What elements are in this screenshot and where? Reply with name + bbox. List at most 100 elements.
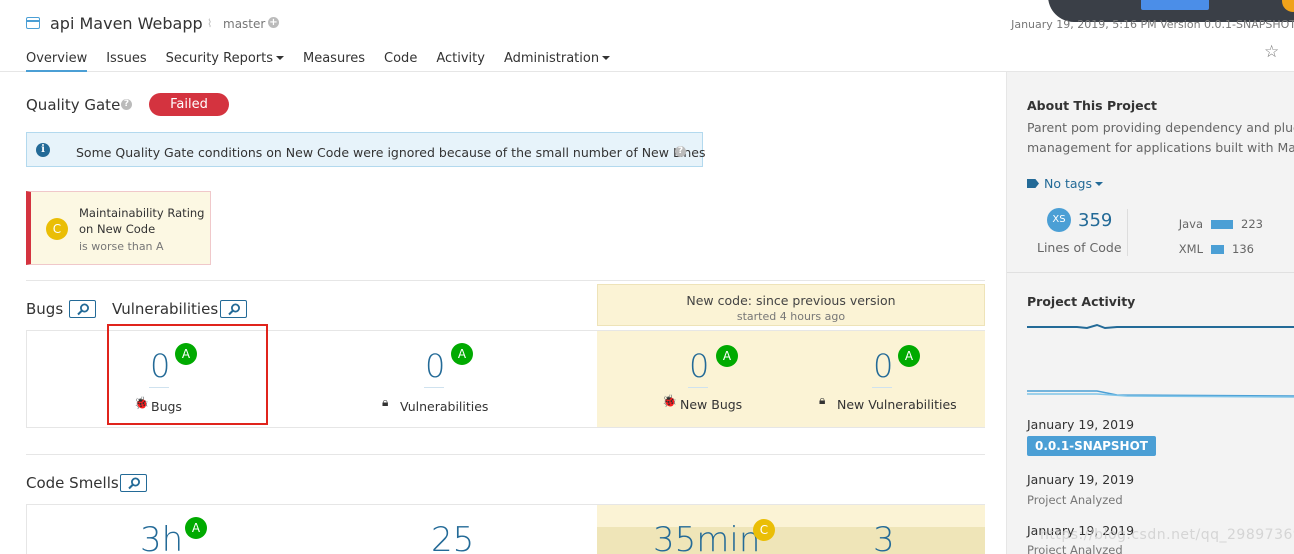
tab-overview-label: Overview — [26, 51, 88, 66]
help-icon[interactable]: ? — [675, 146, 686, 157]
chevron-down-icon — [1094, 182, 1103, 186]
code-smells-section-title: Code Smells — [26, 474, 119, 492]
divider — [26, 454, 985, 455]
condition-title: Maintainability Rating on New Code — [79, 206, 205, 236]
language-row: Java 223 — [1167, 217, 1263, 231]
size-rating-badge: XS — [1047, 208, 1071, 232]
description-line: management for applications built with M… — [1027, 140, 1294, 155]
new-bugs-label: New Bugs — [680, 397, 743, 412]
project-nav: Overview Issues Security Reports Measure… — [26, 51, 629, 72]
search-icon — [228, 303, 240, 316]
new-vulnerabilities-value[interactable]: 0 — [873, 347, 893, 385]
help-icon[interactable]: ? — [121, 99, 132, 110]
lock-icon: 🔒︎ — [819, 393, 826, 407]
vulnerabilities-drilldown-button[interactable] — [220, 300, 247, 318]
lines-of-code-value[interactable]: 359 — [1078, 210, 1112, 231]
language-lines[interactable]: 223 — [1241, 217, 1263, 231]
new-code-panel — [597, 331, 985, 427]
info-alert: i Some Quality Gate conditions on New Co… — [26, 132, 706, 167]
tab-measures[interactable]: Measures — [303, 51, 365, 72]
tab-activity[interactable]: Activity — [436, 51, 485, 72]
activity-event: Project Analyzed — [1027, 493, 1123, 507]
failed-condition-card[interactable]: C Maintainability Rating on New Code is … — [26, 191, 211, 265]
language-row: XML 136 — [1167, 242, 1254, 256]
new-technical-debt-value[interactable]: 35min — [653, 520, 760, 554]
new-maintainability-rating-badge[interactable]: C — [753, 519, 775, 541]
new-code-subtitle: started 4 hours ago — [736, 310, 846, 323]
search-icon — [77, 303, 89, 316]
tab-overview[interactable]: Overview — [26, 51, 88, 72]
tab-administration-label: Administration — [503, 51, 600, 66]
language-bar — [1211, 245, 1224, 254]
chevron-down-icon — [602, 56, 611, 60]
divider — [1007, 272, 1294, 273]
bug-icon: 🐞 — [662, 394, 677, 408]
project-icon — [26, 17, 40, 29]
tag-icon — [1027, 179, 1039, 188]
tab-activity-label: Activity — [436, 51, 485, 66]
code-smells-value[interactable]: 25 — [431, 520, 474, 554]
analysis-meta: January 19, 2019, 5:16 PM Version 0.0.1-… — [1011, 18, 1294, 31]
version-badge[interactable]: 0.0.1-SNAPSHOT — [1027, 436, 1156, 456]
new-code-period-header: New code: since previous version started… — [597, 284, 985, 326]
project-title[interactable]: api Maven Webapp — [50, 14, 203, 33]
annotation-highlight — [107, 324, 268, 425]
search-icon — [128, 477, 140, 490]
vulnerabilities-section-title: Vulnerabilities — [112, 300, 219, 318]
tab-measures-label: Measures — [303, 51, 366, 66]
value-underline — [872, 387, 892, 388]
new-code-title: New code: since previous version — [686, 293, 896, 308]
new-bugs-rating-badge[interactable]: A — [716, 345, 738, 367]
watermark: https://blog.csdn.net/qq_29897369 — [1040, 527, 1294, 543]
code-smells-drilldown-button[interactable] — [120, 474, 147, 492]
branch-name[interactable]: master — [223, 17, 265, 31]
technical-debt-value[interactable]: 3h — [140, 520, 183, 554]
quality-gate-label: Quality Gate — [26, 96, 121, 114]
language-lines[interactable]: 136 — [1232, 242, 1254, 256]
description-line: Parent pom providing dependency and plug… — [1027, 120, 1294, 135]
divider — [1127, 209, 1128, 256]
activity-date: January 19, 2019 — [1027, 472, 1135, 487]
activity-sparkline[interactable] — [1027, 320, 1294, 400]
chevron-down-icon — [276, 56, 284, 60]
activity-event: Project Analyzed — [1027, 543, 1123, 554]
value-underline — [688, 387, 708, 388]
branch-icon: ⌇ — [207, 17, 213, 30]
lock-icon: 🔒︎ — [382, 395, 389, 409]
overlay-button[interactable] — [1141, 0, 1209, 10]
project-activity-title: Project Activity — [1027, 294, 1136, 309]
activity-date: January 19, 2019 — [1027, 417, 1135, 432]
favorite-star-icon[interactable]: ☆ — [1264, 42, 1279, 62]
tab-code[interactable]: Code — [384, 51, 417, 72]
vulnerabilities-rating-badge[interactable]: A — [451, 343, 473, 365]
language-bar — [1211, 220, 1233, 229]
condition-detail: is worse than A — [79, 240, 164, 253]
info-message: Some Quality Gate conditions on New Code… — [76, 145, 706, 160]
lines-of-code-label: Lines of Code — [1037, 240, 1122, 255]
new-code-smells-value[interactable]: 3 — [873, 520, 895, 554]
tab-administration[interactable]: Administration — [503, 51, 611, 72]
about-title: About This Project — [1027, 98, 1157, 113]
new-vulnerabilities-label: New Vulnerabilities — [837, 397, 957, 412]
tab-security-reports-label: Security Reports — [165, 51, 273, 66]
new-vulnerabilities-rating-badge[interactable]: A — [898, 345, 920, 367]
maintainability-rating-badge[interactable]: A — [185, 517, 207, 539]
rating-badge: C — [46, 218, 68, 240]
tab-issues-label: Issues — [106, 51, 147, 66]
tags-label: No tags — [1044, 176, 1092, 191]
project-header: api Maven Webapp ⌇ master + January 19, … — [0, 0, 1294, 72]
tab-code-label: Code — [384, 51, 418, 66]
tab-security-reports[interactable]: Security Reports — [166, 51, 284, 72]
language-name: Java — [1178, 217, 1203, 231]
bugs-drilldown-button[interactable] — [69, 300, 96, 318]
tab-issues[interactable]: Issues — [106, 51, 146, 72]
activity-line-primary — [1027, 323, 1294, 330]
project-sidebar: About This Project Parent pom providing … — [1006, 72, 1294, 554]
add-branch-icon[interactable]: + — [268, 17, 279, 28]
quality-gate-status-badge: Failed — [149, 93, 229, 116]
language-name: XML — [1178, 242, 1203, 256]
vulnerabilities-value[interactable]: 0 — [425, 347, 445, 385]
project-description: Parent pom providing dependency and plug… — [1027, 118, 1294, 158]
new-bugs-value[interactable]: 0 — [689, 347, 709, 385]
tags-dropdown[interactable]: No tags — [1027, 176, 1103, 191]
